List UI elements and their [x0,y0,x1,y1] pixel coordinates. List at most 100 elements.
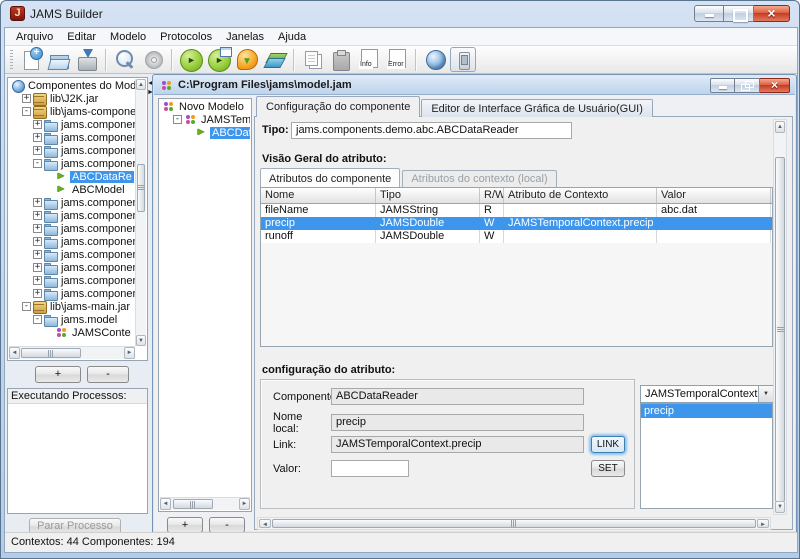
context-list-item[interactable]: precip [641,404,772,418]
component-item-componentes-do-model[interactable]: Componentes do Model [9,79,135,92]
column-header-atributo-de-contexto[interactable]: Atributo de Contexto [504,188,657,203]
model-item-abcdatarea[interactable]: ABCDataRea [160,126,250,139]
menu-item-editar[interactable]: Editar [60,29,103,45]
model-minimize-button[interactable] [710,78,735,93]
component-item-lib-jams-main-jar[interactable]: lib\jams-main.jar [9,300,135,313]
open-folder-icon[interactable] [46,47,72,72]
search-icon[interactable] [112,47,138,72]
tab-content-hscrollbar[interactable] [257,517,771,530]
scroll-down-icon[interactable] [775,501,785,513]
processes-list[interactable] [8,404,147,513]
column-header-nome[interactable]: Nome [261,188,376,203]
menu-item-protocolos[interactable]: Protocolos [153,29,219,45]
run-icon[interactable] [178,47,204,72]
collapse-icon[interactable] [33,315,42,324]
component-item-jams-componen[interactable]: jams.componen [9,157,135,170]
expand-icon[interactable] [22,94,31,103]
close-button[interactable] [754,5,790,22]
save-icon[interactable] [74,47,100,72]
expand-icon[interactable] [33,198,42,207]
component-item-jams-componen[interactable]: jams.componen [9,261,135,274]
expand-icon[interactable] [33,237,42,246]
collapse-icon[interactable] [173,115,182,124]
expand-icon[interactable] [33,133,42,142]
collapse-icon[interactable] [22,107,31,116]
tab-atributos-contexto[interactable]: Atributos do contexto (local) [402,170,556,187]
scroll-left-icon[interactable] [9,347,20,359]
scroll-right-icon[interactable] [239,498,250,510]
valor-field[interactable] [331,460,409,477]
remove-component-button[interactable]: - [209,517,245,533]
hscroll-thumb[interactable] [272,519,756,528]
component-item-lib-jams-component[interactable]: lib\jams-component [9,105,135,118]
scroll-up-icon[interactable] [136,79,146,90]
component-item-jamsconte[interactable]: JAMSConte [9,326,135,339]
expand-icon[interactable] [33,263,42,272]
column-header-valor[interactable]: Valor [657,188,771,203]
hscroll-thumb[interactable] [173,499,213,509]
menu-item-modelo[interactable]: Modelo [103,29,153,45]
expand-icon[interactable] [33,250,42,259]
model-restore-button[interactable] [735,78,760,93]
table-row[interactable]: fileNameJAMSStringRabc.dat [261,204,772,217]
minimize-button[interactable] [694,5,724,22]
add-library-button[interactable]: + [35,366,81,383]
column-header-r-w[interactable]: R/W [480,188,504,203]
component-item-jams-componen[interactable]: jams.componen [9,274,135,287]
tipo-field[interactable]: jams.components.demo.abc.ABCDataReader [291,122,572,139]
chevron-down-icon[interactable] [758,386,774,402]
scroll-down-icon[interactable] [136,335,146,346]
collapse-icon[interactable] [22,302,31,311]
model-item-novo-modelo[interactable]: Novo Modelo [160,100,250,113]
model-item-jamstemporalc[interactable]: JAMSTemporalC [160,113,250,126]
component-item-jams-model[interactable]: jams.model [9,313,135,326]
toolbar-grip-icon[interactable] [10,50,13,70]
component-item-jams-componen[interactable]: jams.componen [9,209,135,222]
expand-icon[interactable] [33,146,42,155]
expand-icon[interactable] [33,224,42,233]
layers-icon[interactable] [262,47,288,72]
menu-item-arquivo[interactable]: Arquivo [9,29,60,45]
component-item-abcmodel[interactable]: ABCModel [9,183,135,196]
set-button[interactable]: SET [591,460,625,477]
tab-atributos-componente[interactable]: Atributos do componente [260,168,400,187]
model-tree-hscrollbar[interactable] [160,497,250,510]
table-row[interactable]: runoffJAMSDoubleW [261,230,772,243]
hscroll-thumb[interactable] [21,348,81,358]
copy-icon[interactable] [300,47,326,72]
scroll-right-icon[interactable] [757,519,769,528]
collapse-icon[interactable] [33,159,42,168]
component-item-lib-j2k-jar[interactable]: lib\J2K.jar [9,92,135,105]
expand-icon[interactable] [33,289,42,298]
tab-content-vscrollbar[interactable] [773,119,787,515]
component-item-jams-componen[interactable]: jams.componen [9,222,135,235]
vscroll-thumb[interactable] [137,164,145,212]
expand-icon[interactable] [33,276,42,285]
info-doc-icon[interactable]: Info [356,47,382,72]
link-field[interactable]: JAMSTemporalContext.precip [331,436,584,453]
component-item-jams-componen[interactable]: jams.componen [9,287,135,300]
menu-item-janelas[interactable]: Janelas [219,29,271,45]
component-item-jams-componen[interactable]: jams.componen [9,131,135,144]
componente-field[interactable]: ABCDataReader [331,388,584,405]
error-doc-icon[interactable]: Error [384,47,410,72]
device-icon[interactable] [450,47,476,72]
expand-icon[interactable] [33,120,42,129]
component-item-abcdatare[interactable]: ABCDataRe [9,170,135,183]
menu-item-ajuda[interactable]: Ajuda [271,29,313,45]
tab-configuracao[interactable]: Configuração do componente [256,96,420,117]
table-row[interactable]: precipJAMSDoubleWJAMSTemporalContext.pre… [261,217,772,230]
vscroll-thumb[interactable] [775,157,785,502]
expand-icon[interactable] [33,211,42,220]
link-button[interactable]: LINK [591,436,625,453]
new-file-icon[interactable] [18,47,44,72]
nome-local-field[interactable]: precip [331,414,584,431]
model-close-button[interactable] [760,78,790,93]
run-window-icon[interactable] [206,47,232,72]
scroll-left-icon[interactable] [259,519,271,528]
column-header-tipo[interactable]: Tipo [376,188,480,203]
scroll-right-icon[interactable] [124,347,135,359]
maximize-button[interactable] [724,5,754,22]
component-item-jams-componen[interactable]: jams.componen [9,118,135,131]
paste-icon[interactable] [328,47,354,72]
